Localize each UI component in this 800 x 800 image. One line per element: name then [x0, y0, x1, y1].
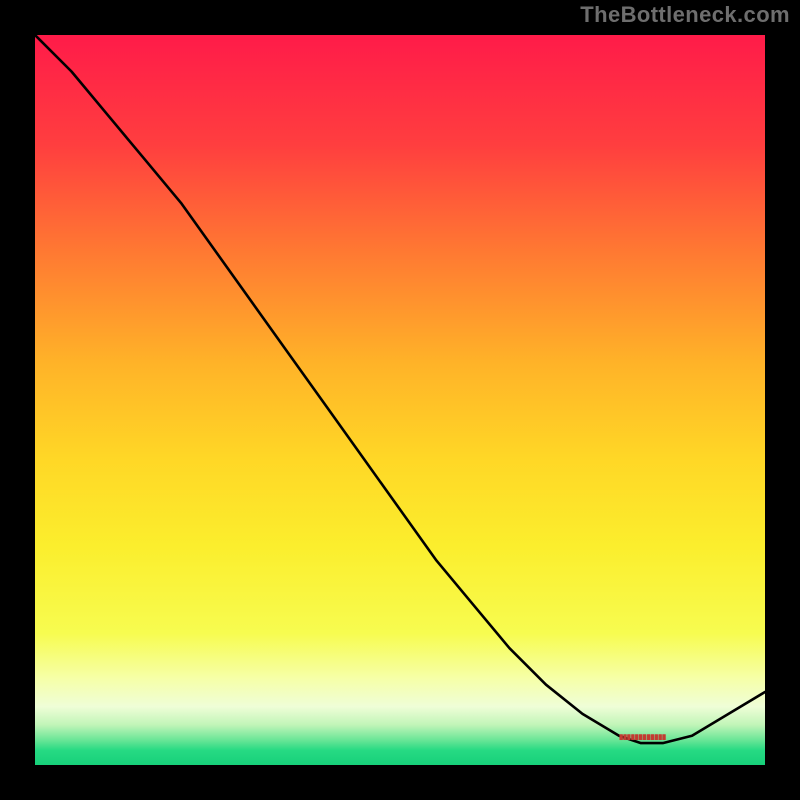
gradient-background	[35, 35, 765, 765]
plot-area: ▮▮▮▮▮▮▮▮▮▮▮▮	[35, 35, 765, 765]
watermark-text: TheBottleneck.com	[580, 2, 790, 28]
marker-band: ▮▮▮▮▮▮▮▮▮▮▮▮	[619, 734, 692, 741]
chart-container: TheBottleneck.com ▮▮▮▮▮▮▮▮▮▮▮▮	[0, 0, 800, 800]
